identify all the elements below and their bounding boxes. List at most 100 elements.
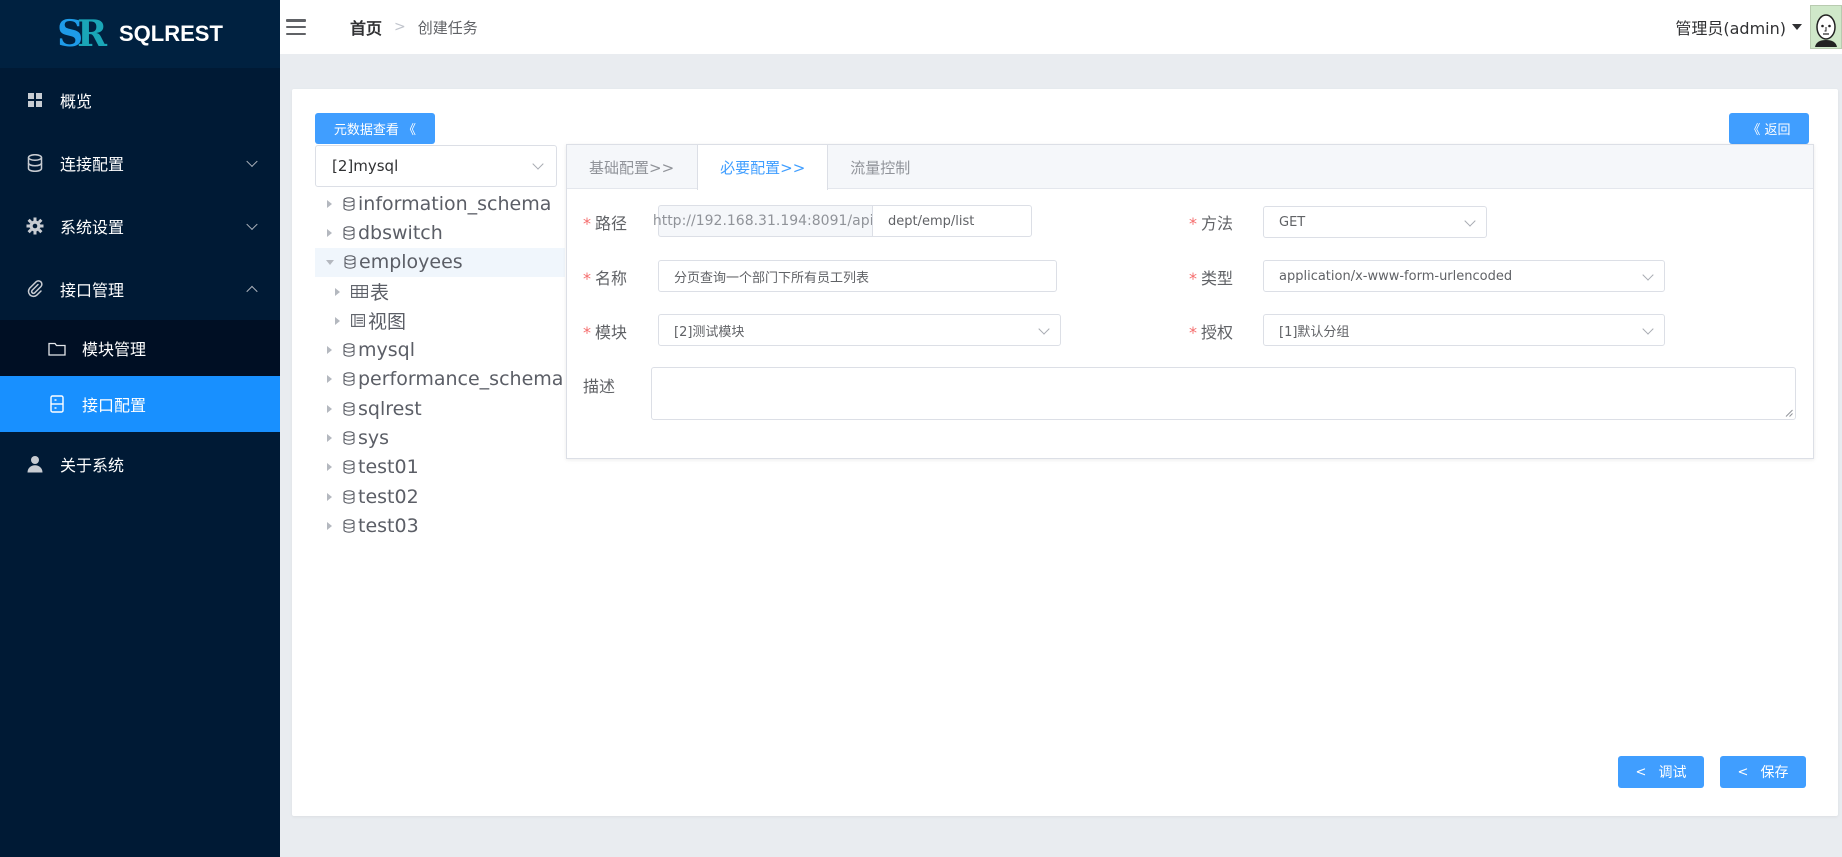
user-menu[interactable]: 管理员(admin) [1675,0,1842,54]
tree-node-sys[interactable]: sys [315,423,565,452]
breadcrumb-home[interactable]: 首页 [350,15,382,39]
sidebar-item-label: 关于系统 [60,455,125,475]
debug-button[interactable]: < 调试 [1618,756,1704,788]
tab-basic-config[interactable]: 基础配置>> [567,145,697,189]
database-icon [342,430,356,446]
name-label: * 名称 [583,269,628,288]
chevron-down-icon [246,155,258,167]
expand-arrow-icon[interactable] [327,434,332,443]
top-header: 首页 > 创建任务 管理员(admin) [280,0,1842,54]
sidebar-item-label: 概览 [60,91,93,111]
expand-arrow-icon[interactable] [327,228,332,237]
chevron-up-icon [246,285,258,297]
sidebar-item-module-management[interactable]: 模块管理 [0,320,280,376]
expand-arrow-icon[interactable] [327,346,332,355]
datasource-select[interactable]: [2]mysql [315,145,557,187]
sidebar-item-connection-config[interactable]: 连接配置 [0,131,280,194]
chevron-left-icon: < [1635,764,1647,780]
user-name[interactable]: 管理员(admin) [1675,15,1786,39]
method-label: * 方法 [1189,214,1234,233]
expand-arrow-icon[interactable] [327,375,332,384]
hamburger-menu-icon[interactable] [286,19,306,35]
resize-handle-icon[interactable] [1785,409,1793,417]
database-icon [26,153,44,172]
grid-icon [26,91,44,109]
avatar[interactable] [1810,5,1842,49]
expand-arrow-icon[interactable] [327,521,332,530]
tree-node-performance-schema[interactable]: performance_schema [315,365,565,394]
config-tabs: 基础配置>> 必要配置>> 流量控制 [567,145,1813,190]
sidebar: SR SQLREST 概览 连接配置 系统设置 接口管理 模块管理 接口配置 关… [0,0,280,857]
sidebar-item-system-settings[interactable]: 系统设置 [0,194,280,257]
path-input[interactable]: dept/emp/list [872,205,1032,237]
sidebar-item-about[interactable]: 关于系统 [0,432,280,495]
breadcrumb-separator-icon: > [394,19,406,35]
database-icon [342,342,356,358]
database-icon [342,518,356,534]
back-button[interactable]: 《 返回 [1729,113,1809,144]
expand-arrow-icon[interactable] [327,199,332,208]
tab-required-config[interactable]: 必要配置>> [697,145,829,190]
expand-arrow-icon[interactable] [327,463,332,472]
description-textarea[interactable] [651,367,1796,420]
tab-flow-control[interactable]: 流量控制 [828,145,933,189]
logo-text: SQLREST [119,21,223,46]
tree-node-employees[interactable]: employees [315,247,565,277]
tree-node-test02[interactable]: test02 [315,482,565,511]
save-button[interactable]: < 保存 [1720,756,1806,788]
expand-arrow-icon[interactable] [327,492,332,501]
path-prefix: http://192.168.31.194:8091/api/ [653,205,878,237]
sidebar-menu: 概览 连接配置 系统设置 接口管理 模块管理 接口配置 关于系统 [0,68,280,495]
database-icon [342,225,356,241]
tree-node-mysql[interactable]: mysql [315,335,565,364]
view-icon [350,313,366,329]
tree-node-information-schema[interactable]: information_schema [315,189,565,218]
module-select[interactable]: [2]测试模块 [658,314,1061,346]
path-label: * 路径 [583,214,628,233]
tree-node-label: test03 [358,514,419,537]
auth-group-select[interactable]: [1]默认分组 [1263,314,1665,346]
tree-node-views[interactable]: 视图 [315,306,565,335]
expand-arrow-icon[interactable] [335,316,340,325]
gear-icon [26,217,44,235]
name-input[interactable]: 分页查询一个部门下所有员工列表 [658,260,1057,292]
sidebar-item-api-config[interactable]: 接口配置 [0,376,280,432]
tree-node-label: mysql [358,339,415,362]
sidebar-item-label: 系统设置 [60,217,125,237]
logo-mark-icon: SR [57,13,107,55]
database-icon [342,489,356,505]
sidebar-item-label: 连接配置 [60,154,125,174]
tree-node-label: 表 [370,282,390,305]
sidebar-item-api-management[interactable]: 接口管理 [0,257,280,320]
tree-node-test03[interactable]: test03 [315,511,565,540]
sidebar-item-label: 模块管理 [82,340,147,359]
tree-node-label: dbswitch [358,221,443,244]
tree-node-dbswitch[interactable]: dbswitch [315,218,565,247]
expand-arrow-icon[interactable] [327,404,332,413]
chevron-down-icon [1642,323,1654,335]
sidebar-item-overview[interactable]: 概览 [0,68,280,131]
chevron-down-icon [1642,269,1654,281]
collapse-arrow-icon[interactable] [326,259,334,265]
description-label: 描述 [583,377,616,396]
database-icon [343,254,357,270]
caret-down-icon[interactable] [1792,24,1802,30]
tree-node-test01[interactable]: test01 [315,453,565,482]
module-label: * 模块 [583,323,628,342]
tree-node-tables[interactable]: 表 [315,277,565,306]
expand-arrow-icon[interactable] [335,287,340,296]
type-label: * 类型 [1189,269,1234,288]
tree-node-label: employees [359,251,463,274]
paperclip-icon [26,279,44,298]
tree-node-label: 视图 [368,311,407,334]
chevron-down-icon [532,158,544,170]
schema-tree: information_schema dbswitch employees 表 … [315,189,565,541]
chevron-down-icon [246,218,258,230]
method-select[interactable]: GET [1263,206,1487,238]
tree-node-sqlrest[interactable]: sqlrest [315,394,565,423]
logo[interactable]: SR SQLREST [0,0,280,68]
content-type-select[interactable]: application/x-www-form-urlencoded [1263,260,1665,292]
chevron-down-icon [1464,215,1476,227]
metadata-view-button[interactable]: 元数据查看 《 [315,113,435,144]
breadcrumb-current: 创建任务 [417,18,478,37]
